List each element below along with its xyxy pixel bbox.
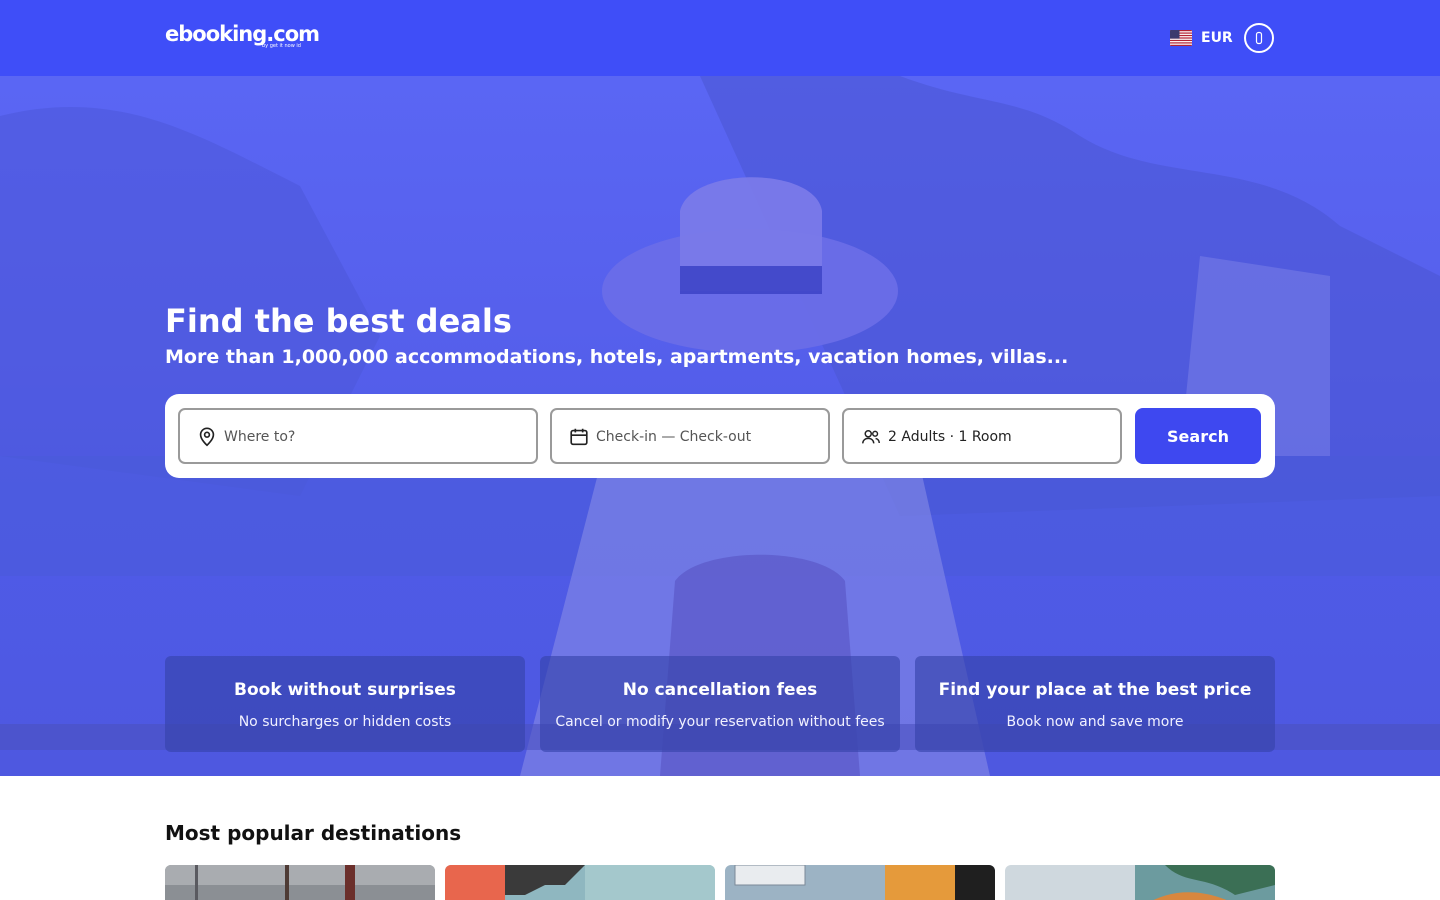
site-logo[interactable]: ebooking.com	[165, 24, 320, 45]
destination-image	[1005, 865, 1275, 900]
feature-text: Book now and save more	[1006, 714, 1184, 730]
user-icon	[1255, 31, 1263, 45]
dates-placeholder: Check-in — Check-out	[596, 429, 752, 445]
destination-card[interactable]	[1005, 865, 1275, 900]
destination-card[interactable]	[445, 865, 715, 900]
date-range-input[interactable]: Check-in — Check-out	[550, 408, 830, 464]
destination-card[interactable]	[165, 865, 435, 900]
map-pin-icon	[199, 427, 215, 447]
feature-title: No cancellation fees	[622, 680, 818, 700]
us-flag-icon[interactable]	[1170, 30, 1192, 46]
feature-card-best-price: Find your place at the best price Book n…	[915, 656, 1275, 752]
guests-selector[interactable]: 2 Adults · 1 Room	[842, 408, 1122, 464]
logo-tagline: by get it now id	[262, 43, 301, 49]
feature-text: No surcharges or hidden costs	[238, 714, 452, 730]
calendar-icon	[570, 428, 588, 446]
destination-card[interactable]	[725, 865, 995, 900]
hero-subtitle: More than 1,000,000 accommodations, hote…	[165, 346, 1069, 368]
guests-value: 2 Adults · 1 Room	[888, 429, 1012, 445]
destination-image	[725, 865, 995, 900]
destination-placeholder: Where to?	[224, 429, 296, 445]
hero-title: Find the best deals	[165, 302, 512, 340]
popular-destinations-heading: Most popular destinations	[165, 821, 462, 845]
feature-card-no-cancellation-fees: No cancellation fees Cancel or modify yo…	[540, 656, 900, 752]
feature-title: Find your place at the best price	[938, 680, 1252, 700]
feature-card-no-surprises: Book without surprises No surcharges or …	[165, 656, 525, 752]
users-icon	[862, 430, 880, 444]
hero-section: Find the best deals More than 1,000,000 …	[0, 76, 1440, 776]
feature-text: Cancel or modify your reservation withou…	[555, 714, 885, 730]
account-button[interactable]	[1244, 23, 1274, 53]
destination-input[interactable]: Where to?	[178, 408, 538, 464]
search-button[interactable]: Search	[1135, 408, 1261, 464]
search-panel: Where to? Check-in — Check-out 2 Adults …	[165, 394, 1275, 478]
feature-title: Book without surprises	[234, 680, 456, 700]
destination-image	[165, 865, 435, 900]
currency-selector[interactable]: EUR	[1201, 29, 1233, 47]
top-header: ebooking.com by get it now id EUR	[0, 0, 1440, 76]
destination-image	[445, 865, 715, 900]
